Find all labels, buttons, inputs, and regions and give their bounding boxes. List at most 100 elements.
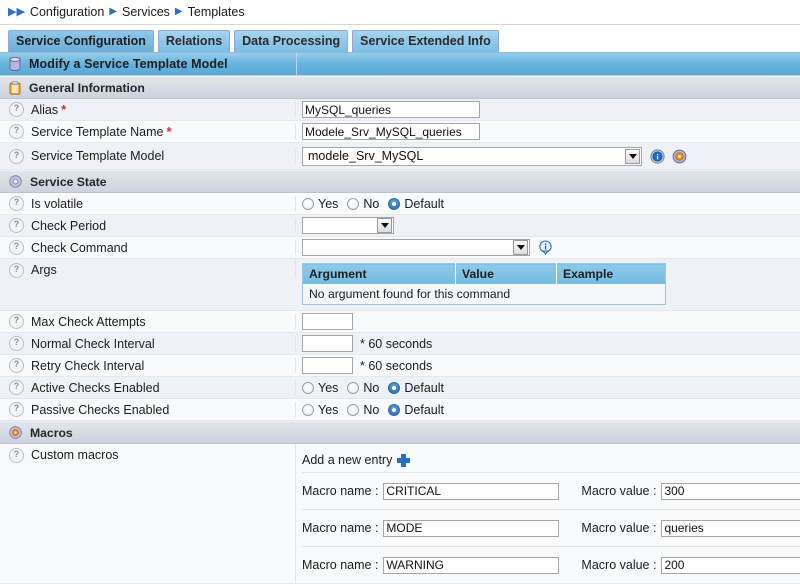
blue-info-balloon-icon[interactable] — [538, 240, 553, 255]
breadcrumb-item-services[interactable]: Services — [122, 5, 170, 19]
blue-info-gear-icon[interactable] — [650, 149, 665, 164]
label-text-passive-checks-enabled: Passive Checks Enabled — [31, 403, 169, 417]
question-mark-icon[interactable]: ? — [9, 336, 24, 351]
tab-relations[interactable]: Relations — [158, 30, 230, 52]
question-mark-icon[interactable]: ? — [9, 124, 24, 139]
triangle-right-icon: ▶ — [175, 7, 183, 17]
chevron-down-icon[interactable] — [513, 240, 528, 255]
radio-button[interactable] — [347, 382, 359, 394]
question-mark-icon[interactable]: ? — [9, 380, 24, 395]
is-volatile-option-yes[interactable]: Yes — [302, 197, 338, 211]
label-text-alias: Alias — [31, 103, 58, 117]
passive-checks-option-default[interactable]: Default — [388, 403, 444, 417]
field-control-retry-check-interval: * 60 seconds — [296, 357, 800, 374]
radio-label: Yes — [318, 381, 338, 395]
radio-button[interactable] — [302, 382, 314, 394]
passive-checks-option-no[interactable]: No — [347, 403, 379, 417]
breadcrumb-item-templates[interactable]: Templates — [188, 5, 245, 19]
section-title-general-information: General Information — [29, 81, 145, 95]
question-mark-icon[interactable]: ? — [9, 263, 24, 278]
macro-name-input[interactable] — [383, 520, 559, 537]
passive-checks-option-yes[interactable]: Yes — [302, 403, 338, 417]
triangle-right-icon: ▶ — [109, 7, 117, 17]
radio-label: No — [363, 403, 379, 417]
macro-name-input[interactable] — [383, 557, 559, 574]
macro-name-input[interactable] — [383, 483, 559, 500]
active-checks-radio-group: Yes No Default — [302, 381, 453, 395]
field-label-passive-checks-enabled: ? Passive Checks Enabled — [0, 402, 296, 417]
tab-service-extended-info[interactable]: Service Extended Info — [352, 30, 499, 52]
service-template-model-select[interactable]: modele_Srv_MySQL — [302, 147, 642, 166]
radio-button-selected[interactable] — [388, 404, 400, 416]
macro-value-input[interactable] — [661, 557, 800, 574]
field-row-check-command: ? Check Command — [0, 237, 800, 259]
field-label-service-template-model: ? Service Template Model — [0, 149, 296, 164]
active-checks-option-no[interactable]: No — [347, 381, 379, 395]
field-row-is-volatile: ? Is volatile Yes No Default — [0, 193, 800, 215]
section-header-general-information: General Information — [0, 76, 800, 99]
question-mark-icon[interactable]: ? — [9, 402, 24, 417]
is-volatile-option-no[interactable]: No — [347, 197, 379, 211]
retry-check-interval-input[interactable] — [302, 357, 353, 374]
breadcrumb-item-configuration[interactable]: Configuration — [30, 5, 104, 19]
question-mark-icon[interactable]: ? — [9, 218, 24, 233]
field-label-is-volatile: ? Is volatile — [0, 196, 296, 211]
macro-value-input[interactable] — [661, 520, 800, 537]
radio-label: Yes — [318, 403, 338, 417]
radio-button[interactable] — [347, 404, 359, 416]
field-control-is-volatile: Yes No Default — [296, 197, 800, 211]
normal-check-interval-input[interactable] — [302, 335, 353, 352]
radio-button-selected[interactable] — [388, 382, 400, 394]
question-mark-icon[interactable]: ? — [9, 448, 24, 463]
question-mark-icon[interactable]: ? — [9, 240, 24, 255]
field-control-args: Argument Value Example No argument found… — [296, 259, 800, 310]
active-checks-option-yes[interactable]: Yes — [302, 381, 338, 395]
args-column-value: Value — [456, 264, 557, 285]
label-text-service-template-model: Service Template Model — [31, 149, 164, 163]
clipboard-icon — [9, 81, 21, 95]
label-text-retry-check-interval: Retry Check Interval — [31, 359, 144, 373]
field-control-passive-checks-enabled: Yes No Default — [296, 403, 800, 417]
label-text-service-template-name: Service Template Name — [31, 125, 163, 139]
label-text-custom-macros: Custom macros — [31, 448, 119, 462]
chevron-down-icon[interactable] — [377, 218, 392, 233]
radio-button[interactable] — [347, 198, 359, 210]
question-mark-icon[interactable]: ? — [9, 196, 24, 211]
field-control-alias — [296, 101, 800, 118]
add-new-entry-button[interactable]: Add a new entry — [302, 448, 800, 472]
check-period-select[interactable] — [302, 217, 394, 234]
label-text-check-period: Check Period — [31, 219, 106, 233]
tab-data-processing[interactable]: Data Processing — [234, 30, 348, 52]
required-marker: * — [61, 102, 66, 117]
double-arrow-icon: ▶▶ — [8, 7, 25, 18]
is-volatile-option-default[interactable]: Default — [388, 197, 444, 211]
plus-icon[interactable] — [397, 454, 410, 467]
question-mark-icon[interactable]: ? — [9, 358, 24, 373]
args-empty-message: No argument found for this command — [303, 284, 666, 305]
question-mark-icon[interactable]: ? — [9, 149, 24, 164]
check-command-select[interactable] — [302, 239, 530, 256]
field-control-max-check-attempts — [296, 313, 800, 330]
question-mark-icon[interactable]: ? — [9, 102, 24, 117]
service-template-name-input[interactable] — [302, 123, 480, 140]
field-label-alias: ? Alias * — [0, 102, 296, 117]
radio-button-selected[interactable] — [388, 198, 400, 210]
normal-check-interval-suffix: * 60 seconds — [360, 337, 432, 351]
label-text-max-check-attempts: Max Check Attempts — [31, 315, 146, 329]
radio-button[interactable] — [302, 404, 314, 416]
field-label-check-command: ? Check Command — [0, 240, 296, 255]
macro-value-input[interactable] — [661, 483, 800, 500]
radio-label: Yes — [318, 197, 338, 211]
add-new-entry-label: Add a new entry — [302, 453, 392, 467]
max-check-attempts-input[interactable] — [302, 313, 353, 330]
page-title: Modify a Service Template Model — [29, 57, 228, 71]
question-mark-icon[interactable]: ? — [9, 314, 24, 329]
field-row-service-template-model: ? Service Template Model modele_Srv_MySQ… — [0, 143, 800, 170]
tab-service-configuration[interactable]: Service Configuration — [8, 30, 154, 52]
orange-gear-icon[interactable] — [672, 149, 687, 164]
chevron-down-icon[interactable] — [625, 149, 640, 164]
alias-input[interactable] — [302, 101, 480, 118]
radio-button[interactable] — [302, 198, 314, 210]
field-row-passive-checks-enabled: ? Passive Checks Enabled Yes No Default — [0, 399, 800, 421]
active-checks-option-default[interactable]: Default — [388, 381, 444, 395]
